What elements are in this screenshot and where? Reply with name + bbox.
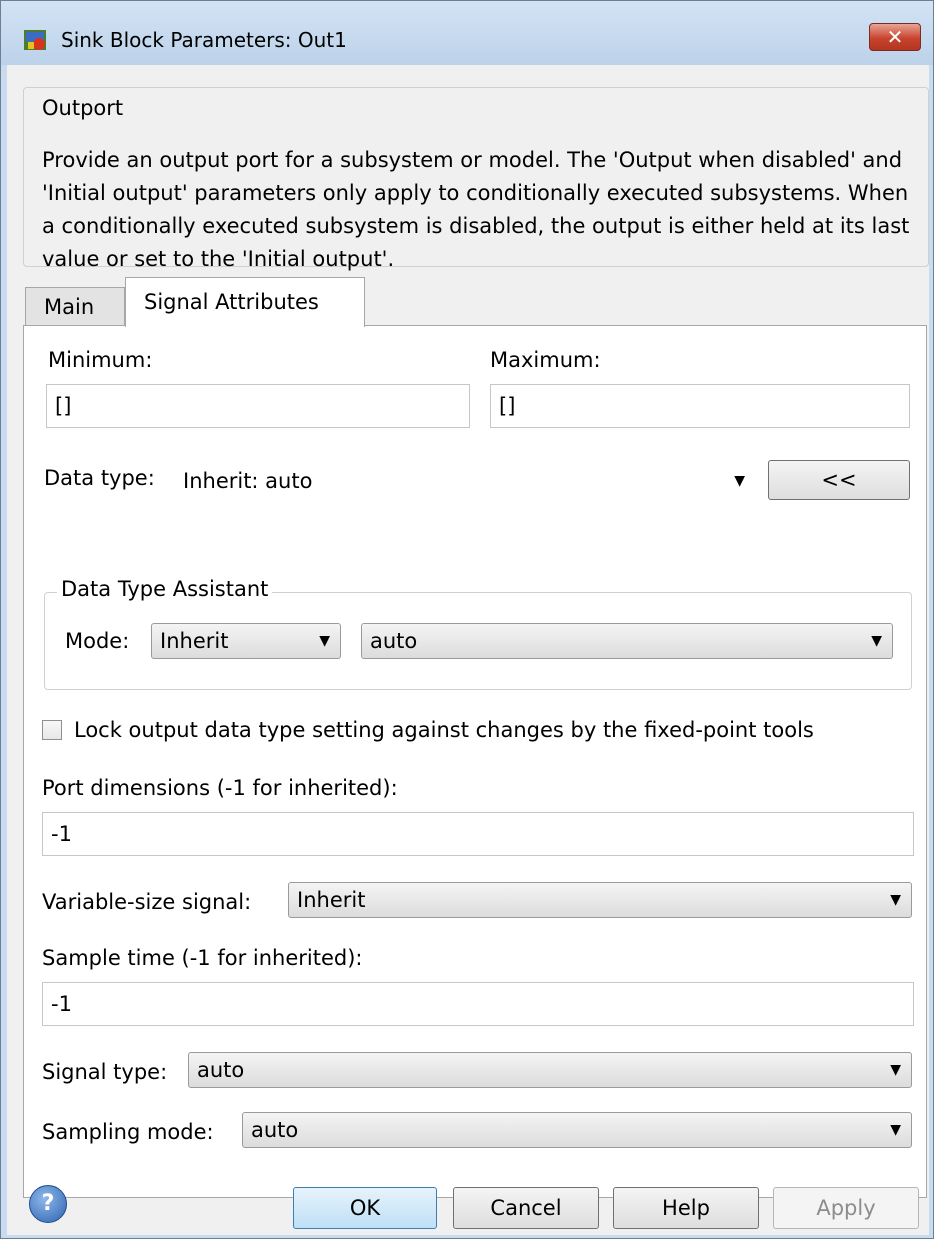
close-icon: ✕: [886, 25, 904, 49]
port-dimensions-input[interactable]: -1: [42, 812, 914, 856]
data-type-select[interactable]: Inherit: auto ▼: [174, 460, 756, 500]
apply-button[interactable]: Apply: [773, 1187, 919, 1229]
tab-main[interactable]: Main: [25, 287, 125, 325]
chevron-down-icon: ▼: [319, 633, 330, 649]
variable-size-label: Variable-size signal:: [42, 890, 252, 914]
chevron-down-icon: ▼: [890, 1122, 901, 1138]
title-bar[interactable]: Sink Block Parameters: Out1 ✕: [1, 1, 933, 65]
tab-signal-attributes-label: Signal Attributes: [144, 290, 319, 314]
dialog-client: Outport Provide an output port for a sub…: [7, 65, 929, 1235]
simulink-icon: [24, 30, 46, 50]
maximum-label: Maximum:: [490, 348, 601, 372]
chevron-down-icon: ▼: [890, 1062, 901, 1078]
mode-label: Mode:: [65, 629, 130, 653]
chevron-down-icon: ▼: [734, 473, 745, 489]
dialog-window: Sink Block Parameters: Out1 ✕ Outport Pr…: [0, 0, 934, 1239]
data-type-assistant-group: Data Type Assistant Mode: Inherit ▼ auto…: [44, 577, 912, 690]
outport-description: Provide an output port for a subsystem o…: [42, 148, 910, 271]
tab-signal-attributes[interactable]: Signal Attributes: [125, 277, 365, 327]
close-button[interactable]: ✕: [869, 23, 921, 51]
signal-attributes-panel: Minimum: Maximum: [] [] Data type: Inher…: [23, 325, 927, 1198]
outport-group: Outport Provide an output port for a sub…: [23, 87, 929, 271]
lock-data-type-label: Lock output data type setting against ch…: [74, 718, 814, 742]
chevron-down-icon: ▼: [890, 892, 901, 908]
sampling-mode-select[interactable]: auto ▼: [242, 1112, 912, 1148]
minimum-label: Minimum:: [48, 348, 153, 372]
ok-button[interactable]: OK: [293, 1187, 437, 1229]
sample-time-label: Sample time (-1 for inherited):: [42, 946, 363, 970]
tab-main-label: Main: [44, 295, 95, 319]
data-type-assistant-legend: Data Type Assistant: [57, 577, 273, 601]
sampling-mode-label: Sampling mode:: [42, 1120, 214, 1144]
mode-value: Inherit: [160, 629, 229, 653]
outport-legend: Outport: [38, 96, 128, 120]
signal-type-value: auto: [197, 1058, 245, 1082]
data-type-value: Inherit: auto: [183, 469, 313, 493]
help-icon[interactable]: ?: [29, 1185, 67, 1223]
signal-type-label: Signal type:: [42, 1060, 168, 1084]
help-button[interactable]: Help: [613, 1187, 759, 1229]
port-dimensions-label: Port dimensions (-1 for inherited):: [42, 776, 398, 800]
signal-type-select[interactable]: auto ▼: [188, 1052, 912, 1088]
minimum-input[interactable]: []: [46, 384, 470, 428]
mode-sub-value: auto: [370, 629, 418, 653]
window-title: Sink Block Parameters: Out1: [61, 28, 347, 52]
variable-size-value: Inherit: [297, 888, 366, 912]
lock-data-type-checkbox[interactable]: [42, 720, 62, 740]
mode-sub-select[interactable]: auto ▼: [361, 623, 893, 659]
chevron-down-icon: ▼: [871, 633, 882, 649]
sampling-mode-value: auto: [251, 1118, 299, 1142]
cancel-button[interactable]: Cancel: [453, 1187, 599, 1229]
variable-size-select[interactable]: Inherit ▼: [288, 882, 912, 918]
data-type-label: Data type:: [44, 466, 155, 490]
maximum-input[interactable]: []: [490, 384, 910, 428]
sample-time-input[interactable]: -1: [42, 982, 914, 1026]
data-type-assistant-button[interactable]: <<: [768, 460, 910, 500]
mode-select[interactable]: Inherit ▼: [151, 623, 341, 659]
